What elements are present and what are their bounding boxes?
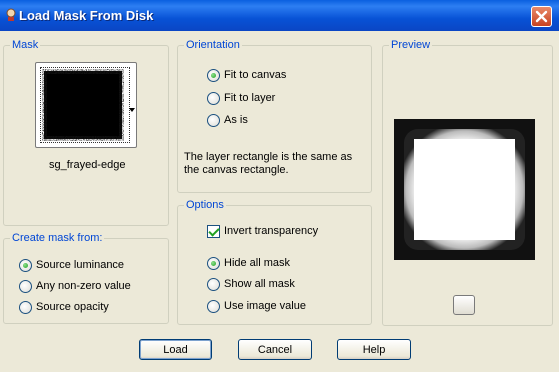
radio-source-opacity[interactable]: Source opacity [19,299,109,315]
mask-name-label: sg_frayed-edge [49,159,126,171]
mask-thumbnail [40,67,130,143]
radio-show-all-mask[interactable]: Show all mask [207,276,295,292]
radio-icon[interactable] [207,277,220,291]
radio-icon[interactable] [207,256,220,270]
option-label: Any non-zero value [36,280,131,292]
help-button[interactable]: Help [337,339,411,360]
option-label: Fit to canvas [224,69,287,81]
radio-as-is[interactable]: As is [207,112,248,128]
dropdown-arrow-icon[interactable] [129,103,135,115]
preview-toggle-button[interactable] [453,295,475,315]
option-label: Show all mask [224,278,295,290]
option-label: As is [224,114,248,126]
option-label: Source opacity [36,301,109,313]
radio-fit-to-canvas[interactable]: Fit to canvas [207,67,286,83]
orientation-description: The layer rectangle is the same as the c… [184,151,353,176]
load-button[interactable]: Load [139,339,212,360]
option-label: Invert transparency [224,225,319,237]
radio-icon[interactable] [19,258,32,272]
radio-fit-to-layer[interactable]: Fit to layer [207,90,275,106]
option-label: Hide all mask [224,257,291,269]
title-bar[interactable]: Load Mask From Disk [0,0,559,31]
close-button[interactable] [531,6,552,27]
checkbox-icon[interactable] [207,224,220,238]
radio-source-luminance[interactable]: Source luminance [19,257,124,273]
option-label: Use image value [224,300,306,312]
radio-hide-all-mask[interactable]: Hide all mask [207,255,290,271]
radio-icon[interactable] [19,300,32,314]
radio-use-image-value[interactable]: Use image value [207,298,306,314]
options-group-label: Options [184,199,226,212]
option-label: Source luminance [36,259,125,271]
mask-selector[interactable] [35,62,137,148]
app-icon [4,8,18,22]
preview-image [394,119,535,260]
create-mask-from-label: Create mask from: [10,232,105,245]
radio-icon[interactable] [207,91,220,105]
invert-transparency-checkbox[interactable]: Invert transparency [207,223,318,239]
mask-group-label: Mask [10,39,41,52]
option-label: Fit to layer [224,92,276,104]
radio-icon[interactable] [207,68,220,82]
close-icon [535,10,548,23]
radio-icon[interactable] [207,113,220,127]
window-title: Load Mask From Disk [19,8,154,23]
cancel-button[interactable]: Cancel [238,339,312,360]
radio-any-non-zero-value[interactable]: Any non-zero value [19,278,131,294]
orientation-group-label: Orientation [184,39,242,52]
radio-icon[interactable] [19,279,32,293]
radio-icon[interactable] [207,299,220,313]
preview-group-label: Preview [389,39,433,52]
